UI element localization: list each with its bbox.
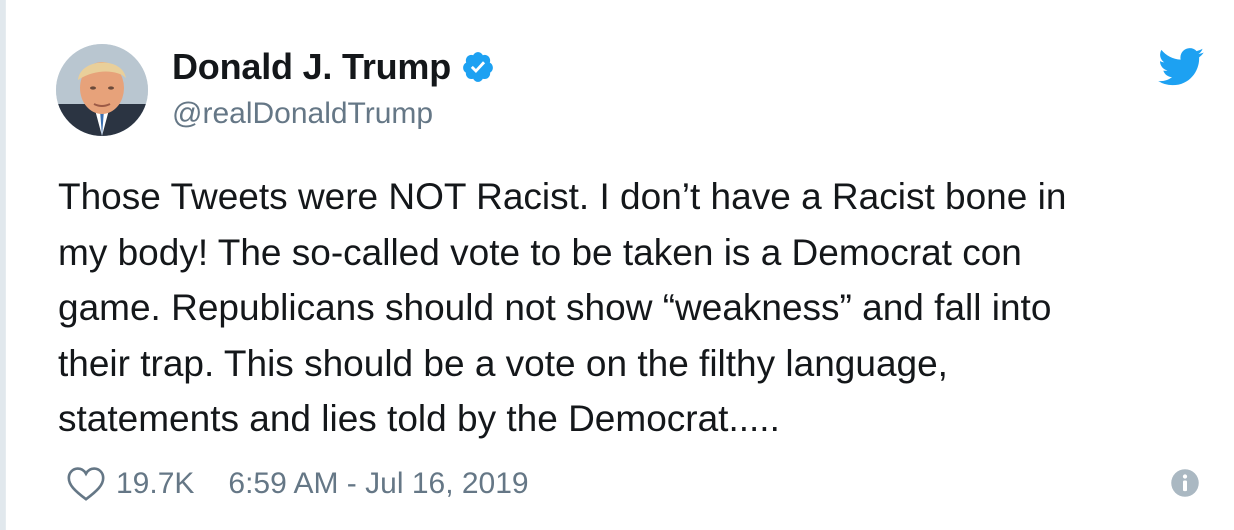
verified-badge-icon — [463, 52, 493, 82]
twitter-bird-icon[interactable] — [1158, 48, 1204, 86]
avatar[interactable] — [56, 44, 148, 136]
avatar-image — [56, 44, 148, 136]
tweet-footer: 19.7K 6:59 AM - Jul 16, 2019 — [66, 462, 529, 506]
tweet-text: Those Tweets were NOT Racist. I don’t ha… — [58, 176, 1067, 439]
info-icon[interactable] — [1170, 468, 1200, 498]
author-name-row[interactable]: Donald J. Trump — [172, 44, 495, 90]
tweet-timestamp[interactable]: 6:59 AM - Jul 16, 2019 — [228, 467, 528, 501]
author-display-name[interactable]: Donald J. Trump — [172, 44, 451, 90]
author-handle[interactable]: @realDonaldTrump — [172, 94, 433, 134]
tweet-card: Donald J. Trump @realDonaldTrump Those T… — [5, 0, 1234, 530]
heart-icon[interactable] — [66, 466, 106, 502]
like-count[interactable]: 19.7K — [116, 467, 194, 501]
